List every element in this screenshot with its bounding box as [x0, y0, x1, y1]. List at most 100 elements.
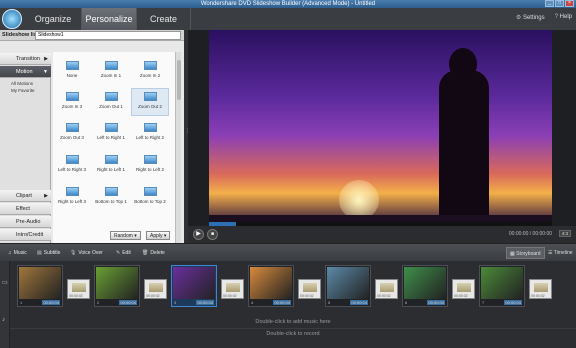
- transition-icon: [380, 283, 394, 292]
- motion-preview-icon: [65, 61, 79, 70]
- storyboard-transition[interactable]: 00:00:02: [144, 279, 167, 299]
- voice-over-button[interactable]: 🎙 Voice Over: [70, 249, 103, 257]
- clip-duration: 00:00:04: [42, 300, 60, 305]
- category-label: Pre-Audio: [16, 219, 41, 225]
- category-effect[interactable]: Effect: [0, 203, 51, 215]
- motion-grid-scrollbar[interactable]: [175, 52, 181, 248]
- clip-thumbnail: [327, 267, 369, 299]
- motion-label: Left to Right 1: [96, 135, 126, 140]
- transition-duration: 00:00:02: [69, 294, 83, 298]
- motion-preview-icon: [65, 92, 79, 101]
- help-link[interactable]: ? Help: [555, 14, 572, 21]
- storyboard-clip[interactable]: 7 00:00:04: [479, 265, 525, 307]
- category-motion[interactable]: Motion ▼: [0, 66, 51, 78]
- arrow-right-icon: ▶: [44, 193, 48, 199]
- pencil-icon: ✎: [116, 250, 121, 256]
- minimize-button[interactable]: _: [545, 0, 554, 7]
- motion-thumb[interactable]: Bottom to Top 1: [93, 184, 129, 210]
- track-headers: ▭ ♪: [0, 261, 10, 348]
- storyboard-clip[interactable]: 6 00:00:04: [402, 265, 448, 307]
- motion-thumb[interactable]: Zoom In 3: [54, 89, 90, 115]
- storyboard-transition[interactable]: 00:00:02: [452, 279, 475, 299]
- delete-button[interactable]: 🗑 Delete: [142, 249, 165, 257]
- aspect-ratio-toggle[interactable]: 4:3: [558, 230, 571, 237]
- category-transition[interactable]: Transition ▶: [0, 53, 51, 65]
- timeline-view-tab[interactable]: ☰ Timeline: [545, 247, 576, 259]
- settings-link[interactable]: ⚙ Settings: [516, 14, 545, 21]
- timeline-icon: ☰: [548, 250, 553, 256]
- motion-preview-icon: [143, 92, 157, 101]
- clip-number: 1: [20, 300, 23, 305]
- storyboard-transition[interactable]: 00:00:02: [529, 279, 552, 299]
- category-label: Intro/Credit: [16, 232, 44, 238]
- motion-sub-favorite[interactable]: My Favorite: [11, 88, 35, 93]
- tab-create[interactable]: Create: [137, 8, 191, 30]
- top-right-links: ⚙ Settings ? Help: [516, 14, 572, 21]
- motion-thumb[interactable]: Zoom Out 1: [93, 89, 129, 115]
- motion-preview-icon: [104, 187, 118, 196]
- transition-icon: [457, 283, 471, 292]
- music-button[interactable]: ♫ Music: [8, 249, 27, 257]
- motion-thumb[interactable]: Left to Right 1: [93, 120, 129, 146]
- category-label: Effect: [16, 206, 30, 212]
- motion-thumb[interactable]: Left to Right 3: [54, 152, 90, 178]
- apply-button[interactable]: Apply ▾: [146, 231, 171, 240]
- random-button[interactable]: Random ▾: [110, 231, 141, 240]
- storyboard-transition[interactable]: 00:00:02: [67, 279, 90, 299]
- transition-icon: [226, 283, 240, 292]
- window-title: Wondershare DVD Slideshow Builder (Advan…: [200, 1, 376, 7]
- slideshow-list-bar: Slideshow list : Slideshow1: [0, 30, 184, 41]
- motion-label: Bottom to Top 2: [134, 199, 166, 204]
- timecode: 00:00:00 / 00:00:00: [508, 231, 552, 237]
- storyboard-clip[interactable]: 2 00:00:04: [94, 265, 140, 307]
- tab-personalize[interactable]: Personalize: [82, 8, 137, 30]
- motion-thumb[interactable]: Bottom to Top 2: [132, 184, 168, 210]
- storyboard-clip[interactable]: 4 00:00:04: [248, 265, 294, 307]
- motion-thumb[interactable]: Right to Left 1: [93, 152, 129, 178]
- category-pre-audio[interactable]: Pre-Audio: [0, 216, 51, 228]
- add-music-hint: Double-click to add music here: [255, 319, 331, 325]
- category-intro-credit[interactable]: Intro/Credit: [0, 229, 51, 241]
- subtitle-button[interactable]: ▤ Subtitle: [37, 249, 60, 257]
- clip-duration: 00:00:04: [273, 300, 291, 305]
- audio-track[interactable]: Double-click to add music here Double-cl…: [10, 311, 576, 346]
- storyboard-transition[interactable]: 00:00:02: [375, 279, 398, 299]
- category-clipart[interactable]: Clipart ▶: [0, 190, 51, 202]
- storyboard-view-tab[interactable]: ▦ Storyboard: [506, 247, 545, 259]
- clip-number: 7: [482, 300, 485, 305]
- motion-thumb[interactable]: Zoom Out 3: [54, 120, 90, 146]
- category-label: Clipart: [16, 193, 32, 199]
- motion-thumb[interactable]: Right to Left 2: [132, 152, 168, 178]
- tab-organize[interactable]: Organize: [25, 8, 82, 30]
- maximize-button[interactable]: □: [555, 0, 564, 7]
- motion-sub-all[interactable]: All Motions: [11, 81, 33, 86]
- motion-thumb[interactable]: None: [54, 58, 90, 84]
- motion-thumb[interactable]: Zoom In 2: [132, 58, 168, 84]
- arrow-down-icon: ▼: [43, 69, 48, 75]
- motion-thumb-selected[interactable]: Zoom Out 2: [131, 88, 169, 116]
- motion-thumb[interactable]: Left to Right 2: [132, 120, 168, 146]
- stop-button[interactable]: ■: [207, 229, 218, 240]
- horizon: [209, 215, 552, 222]
- edit-button[interactable]: ✎ Edit: [116, 249, 131, 257]
- motion-thumb[interactable]: Zoom In 1: [93, 58, 129, 84]
- clip-number: 6: [405, 300, 408, 305]
- storyboard-clip[interactable]: 3 00:00:04: [171, 265, 217, 307]
- delete-label: Delete: [150, 250, 165, 256]
- scrollbar-thumb[interactable]: [177, 60, 181, 100]
- close-button[interactable]: ×: [565, 0, 574, 7]
- storyboard-clip[interactable]: 1 00:00:04: [17, 265, 63, 307]
- help-label: Help: [559, 14, 572, 20]
- storyboard-transition[interactable]: 00:00:02: [221, 279, 244, 299]
- transition-duration: 00:00:02: [223, 294, 237, 298]
- category-label: Transition: [16, 56, 40, 62]
- category-nav: Transition ▶ Motion ▼ All Motions My Favor…: [0, 53, 51, 243]
- storyboard-transition[interactable]: 00:00:02: [298, 279, 321, 299]
- motion-label: Right to Left 2: [135, 167, 165, 172]
- play-button[interactable]: ▶: [193, 229, 204, 240]
- transition-icon: [303, 283, 317, 292]
- motion-thumb[interactable]: Right to Left 3: [54, 184, 90, 210]
- storyboard-clip[interactable]: 5 00:00:04: [325, 265, 371, 307]
- slideshow-list-select[interactable]: Slideshow1: [35, 31, 181, 40]
- motion-preview-icon: [143, 187, 157, 196]
